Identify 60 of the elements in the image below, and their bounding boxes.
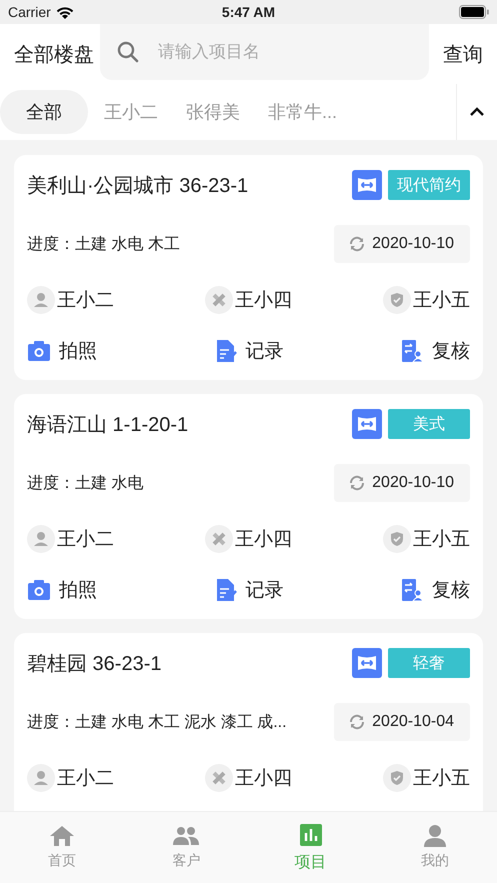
chevron-up-icon [469, 107, 485, 117]
wifi-icon [54, 4, 75, 20]
refresh-icon [348, 235, 366, 253]
action-button[interactable]: 拍照 [27, 338, 97, 364]
action-button[interactable]: 记录 [214, 577, 284, 603]
carrier-label: Carrier [8, 4, 51, 20]
camera-icon [27, 578, 51, 602]
progress-text: 进度：土建 水电 木工 [27, 234, 181, 254]
date-text: 2020-10-04 [372, 713, 454, 731]
review-icon [400, 578, 424, 602]
panorama-icon[interactable] [352, 648, 382, 678]
search-field[interactable]: 请输入项目名 [100, 24, 429, 80]
person-name: 王小二 [57, 289, 114, 313]
action-button[interactable]: 复核 [400, 338, 470, 364]
action-button[interactable]: 拍照 [27, 577, 97, 603]
action-button[interactable]: 复核 [400, 577, 470, 603]
person-name: 王小二 [57, 767, 114, 791]
person-icon [27, 286, 55, 314]
shield-icon [383, 525, 411, 553]
shield-icon [383, 764, 411, 792]
project-title: 海语江山 1-1-20-1 [27, 412, 190, 438]
person-name: 王小五 [413, 528, 470, 552]
person-name: 王小五 [413, 289, 470, 313]
chart-icon [298, 824, 324, 848]
person-icon [422, 824, 448, 848]
style-tag: 轻奢 [388, 648, 470, 678]
style-tag: 现代简约 [388, 170, 470, 200]
panorama-icon[interactable] [352, 170, 382, 200]
camera-icon [27, 339, 51, 363]
progress-text: 进度：土建 水电 [27, 474, 144, 494]
shield-icon [383, 286, 411, 314]
query-button[interactable]: 查询 [429, 40, 497, 68]
filter-chip[interactable]: 全部 [0, 90, 88, 134]
project-card[interactable]: 美利山·公园城市 36-23-1 现代简约 进度：土建 水电 木工 2020-10-10 王小二 王小四 王小五 拍照 记录 复核 [14, 155, 483, 380]
person-name: 王小四 [235, 767, 292, 791]
date-text: 2020-10-10 [372, 235, 454, 253]
style-tag: 美式 [388, 409, 470, 439]
person-icon [27, 764, 55, 792]
battery-icon [459, 5, 489, 19]
people-icon [173, 824, 200, 848]
person-name: 王小四 [235, 289, 292, 313]
refresh-icon [348, 474, 366, 492]
project-scope-label[interactable]: 全部楼盘 [0, 40, 100, 68]
progress-text: 进度：土建 水电 木工 泥水 漆工 成... [27, 712, 288, 732]
person-icon [27, 525, 55, 553]
project-card[interactable]: 海语江山 1-1-20-1 美式 进度：土建 水电 2020-10-10 王小二 王小四 王小五 拍照 记录 复核 [14, 394, 483, 619]
project-title: 美利山·公园城市 36-23-1 [27, 174, 250, 198]
search-icon [116, 40, 140, 64]
status-time: 5:47 AM [220, 4, 276, 20]
person-name: 王小二 [57, 528, 114, 552]
person-name: 王小五 [413, 767, 470, 791]
panorama-icon[interactable] [352, 409, 382, 439]
project-card[interactable]: 碧桂园 36-23-1 轻奢 进度：土建 水电 木工 泥水 漆工 成... 2020-10-04 王小二 王小四 王小五 [14, 633, 483, 811]
review-icon [400, 339, 424, 363]
refresh-icon [348, 713, 366, 731]
date-text: 2020-10-10 [372, 474, 454, 492]
project-title: 碧桂园 36-23-1 [27, 652, 162, 676]
action-button[interactable]: 记录 [214, 338, 284, 364]
home-icon [49, 824, 76, 848]
person-name: 王小四 [235, 528, 292, 552]
